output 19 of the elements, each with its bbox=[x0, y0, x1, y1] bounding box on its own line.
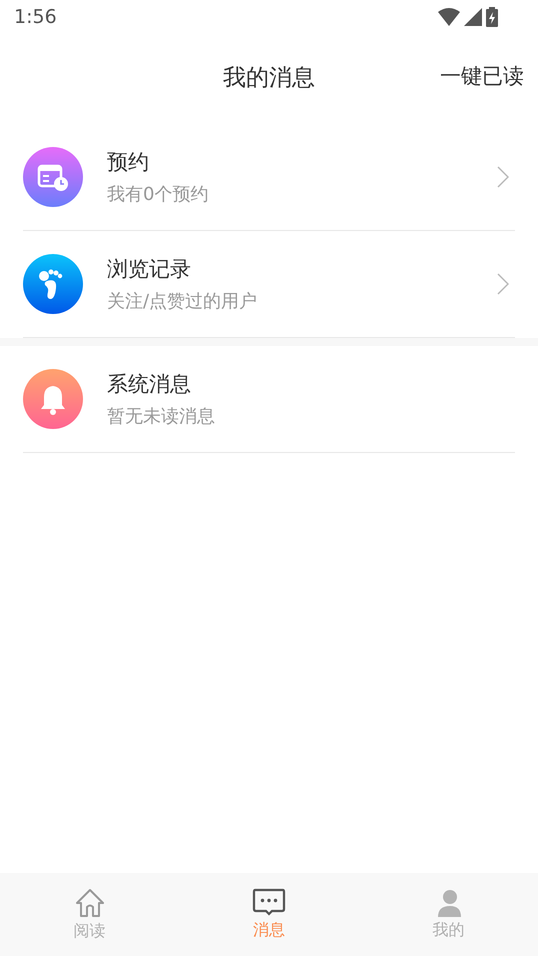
page-title: 我的消息 bbox=[223, 64, 315, 92]
message-row[interactable]: 系统消息 暂无未读消息 bbox=[23, 346, 515, 453]
battery-icon bbox=[486, 7, 498, 27]
bell-icon bbox=[23, 369, 83, 429]
row-title: 浏览记录 bbox=[107, 256, 192, 283]
row-title: 预约 bbox=[107, 149, 150, 176]
row-subtitle: 我有0个预约 bbox=[107, 183, 210, 206]
row-subtitle: 暂无未读消息 bbox=[107, 405, 216, 428]
row-subtitle: 关注/点赞过的用户 bbox=[107, 290, 258, 313]
signal-icon bbox=[464, 8, 482, 26]
chat-bubble-icon bbox=[252, 888, 286, 918]
calendar-clock-icon bbox=[23, 147, 83, 207]
wifi-icon bbox=[438, 8, 460, 26]
mark-all-read-button[interactable]: 一键已读 bbox=[440, 62, 524, 90]
home-icon bbox=[74, 887, 106, 919]
footprint-icon bbox=[23, 254, 83, 314]
status-time: 1:56 bbox=[14, 6, 57, 28]
row-title: 系统消息 bbox=[107, 371, 192, 398]
message-row[interactable]: 预约 我有0个预约 bbox=[23, 124, 515, 231]
